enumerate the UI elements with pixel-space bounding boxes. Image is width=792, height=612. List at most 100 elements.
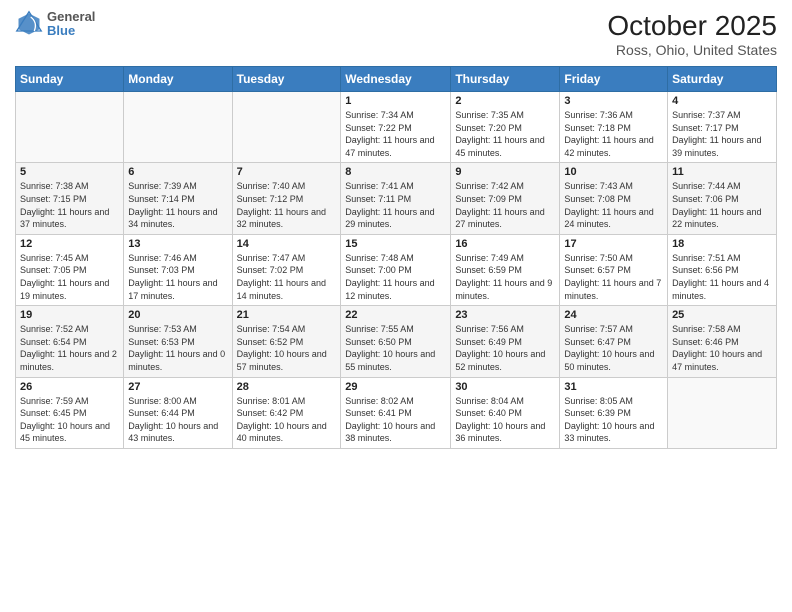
day-number: 6 [128, 166, 227, 178]
day-info: Sunrise: 8:01 AM Sunset: 6:42 PM Dayligh… [237, 395, 337, 445]
day-info: Sunrise: 7:57 AM Sunset: 6:47 PM Dayligh… [564, 323, 663, 373]
calendar-cell: 11 Sunrise: 7:44 AM Sunset: 7:06 PM Dayli… [668, 163, 777, 234]
day-number: 28 [237, 381, 337, 393]
day-info: Sunrise: 7:40 AM Sunset: 7:12 PM Dayligh… [237, 180, 337, 230]
calendar-cell [124, 92, 232, 163]
calendar-week-2: 12 Sunrise: 7:45 AM Sunset: 7:05 PM Dayli… [16, 234, 777, 305]
day-number: 18 [672, 238, 772, 250]
calendar-cell: 27 Sunrise: 8:00 AM Sunset: 6:44 PM Dayli… [124, 377, 232, 448]
day-number: 14 [237, 238, 337, 250]
calendar-cell: 6 Sunrise: 7:39 AM Sunset: 7:14 PM Daylig… [124, 163, 232, 234]
calendar-cell: 2 Sunrise: 7:35 AM Sunset: 7:20 PM Daylig… [451, 92, 560, 163]
day-info: Sunrise: 7:42 AM Sunset: 7:09 PM Dayligh… [455, 180, 555, 230]
day-info: Sunrise: 7:59 AM Sunset: 6:45 PM Dayligh… [20, 395, 119, 445]
calendar-title: October 2025 [607, 10, 777, 42]
calendar-cell: 21Sunrise: 7:54 AM Sunset: 6:52 PM Dayli… [232, 306, 341, 377]
day-header-wednesday: Wednesday [341, 67, 451, 92]
day-number: 23 [455, 309, 555, 321]
day-number: 20 [128, 309, 227, 321]
calendar-cell: 15 Sunrise: 7:48 AM Sunset: 7:00 PM Dayli… [341, 234, 451, 305]
calendar-cell: 31 Sunrise: 8:05 AM Sunset: 6:39 PM Dayli… [560, 377, 668, 448]
calendar-table: SundayMondayTuesdayWednesdayThursdayFrid… [15, 66, 777, 449]
calendar-cell: 28 Sunrise: 8:01 AM Sunset: 6:42 PM Dayli… [232, 377, 341, 448]
calendar-header-row: SundayMondayTuesdayWednesdayThursdayFrid… [16, 67, 777, 92]
day-number: 30 [455, 381, 555, 393]
day-info: Sunrise: 7:37 AM Sunset: 7:17 PM Dayligh… [672, 109, 772, 159]
day-info: Sunrise: 7:41 AM Sunset: 7:11 PM Dayligh… [345, 180, 446, 230]
calendar-cell: 29Sunrise: 8:02 AM Sunset: 6:41 PM Dayli… [341, 377, 451, 448]
logo-line2: Blue [47, 24, 95, 38]
day-number: 19 [20, 309, 119, 321]
day-info: Sunrise: 7:49 AM Sunset: 6:59 PM Dayligh… [455, 252, 555, 302]
day-number: 10 [564, 166, 663, 178]
day-info: Sunrise: 8:05 AM Sunset: 6:39 PM Dayligh… [564, 395, 663, 445]
day-number: 16 [455, 238, 555, 250]
calendar-cell: 23 Sunrise: 7:56 AM Sunset: 6:49 PM Dayli… [451, 306, 560, 377]
day-number: 31 [564, 381, 663, 393]
day-info: Sunrise: 7:50 AM Sunset: 6:57 PM Dayligh… [564, 252, 663, 302]
day-number: 15 [345, 238, 446, 250]
day-number: 22 [345, 309, 446, 321]
calendar-cell: 17Sunrise: 7:50 AM Sunset: 6:57 PM Dayli… [560, 234, 668, 305]
day-info: Sunrise: 7:44 AM Sunset: 7:06 PM Dayligh… [672, 180, 772, 230]
calendar-cell: 10 Sunrise: 7:43 AM Sunset: 7:08 PM Dayli… [560, 163, 668, 234]
day-number: 5 [20, 166, 119, 178]
day-info: Sunrise: 7:36 AM Sunset: 7:18 PM Dayligh… [564, 109, 663, 159]
day-info: Sunrise: 7:45 AM Sunset: 7:05 PM Dayligh… [20, 252, 119, 302]
logo-line1: General [47, 10, 95, 24]
day-info: Sunrise: 7:48 AM Sunset: 7:00 PM Dayligh… [345, 252, 446, 302]
day-number: 24 [564, 309, 663, 321]
calendar-cell: 24 Sunrise: 7:57 AM Sunset: 6:47 PM Dayli… [560, 306, 668, 377]
calendar-cell: 25 Sunrise: 7:58 AM Sunset: 6:46 PM Dayli… [668, 306, 777, 377]
calendar-cell: 13 Sunrise: 7:46 AM Sunset: 7:03 PM Dayli… [124, 234, 232, 305]
day-header-saturday: Saturday [668, 67, 777, 92]
calendar-cell: 14 Sunrise: 7:47 AM Sunset: 7:02 PM Dayli… [232, 234, 341, 305]
calendar-subtitle: Ross, Ohio, United States [607, 42, 777, 58]
calendar-cell: 4 Sunrise: 7:37 AM Sunset: 7:17 PM Daylig… [668, 92, 777, 163]
day-info: Sunrise: 7:47 AM Sunset: 7:02 PM Dayligh… [237, 252, 337, 302]
day-info: Sunrise: 7:39 AM Sunset: 7:14 PM Dayligh… [128, 180, 227, 230]
day-number: 7 [237, 166, 337, 178]
page: General Blue October 2025 Ross, Ohio, Un… [0, 0, 792, 612]
day-number: 13 [128, 238, 227, 250]
header: General Blue October 2025 Ross, Ohio, Un… [15, 10, 777, 58]
day-info: Sunrise: 7:34 AM Sunset: 7:22 PM Dayligh… [345, 109, 446, 159]
day-number: 26 [20, 381, 119, 393]
calendar-week-3: 19 Sunrise: 7:52 AM Sunset: 6:54 PM Dayli… [16, 306, 777, 377]
day-number: 21 [237, 309, 337, 321]
day-info: Sunrise: 7:43 AM Sunset: 7:08 PM Dayligh… [564, 180, 663, 230]
day-number: 29 [345, 381, 446, 393]
day-info: Sunrise: 7:53 AM Sunset: 6:53 PM Dayligh… [128, 323, 227, 373]
day-number: 25 [672, 309, 772, 321]
day-info: Sunrise: 7:56 AM Sunset: 6:49 PM Dayligh… [455, 323, 555, 373]
day-info: Sunrise: 7:55 AM Sunset: 6:50 PM Dayligh… [345, 323, 446, 373]
day-info: Sunrise: 7:38 AM Sunset: 7:15 PM Dayligh… [20, 180, 119, 230]
calendar-cell: 1Sunrise: 7:34 AM Sunset: 7:22 PM Daylig… [341, 92, 451, 163]
calendar-cell: 20 Sunrise: 7:53 AM Sunset: 6:53 PM Dayli… [124, 306, 232, 377]
calendar-cell: 3Sunrise: 7:36 AM Sunset: 7:18 PM Daylig… [560, 92, 668, 163]
day-number: 11 [672, 166, 772, 178]
day-info: Sunrise: 7:35 AM Sunset: 7:20 PM Dayligh… [455, 109, 555, 159]
day-number: 27 [128, 381, 227, 393]
calendar-cell: 12 Sunrise: 7:45 AM Sunset: 7:05 PM Dayli… [16, 234, 124, 305]
calendar-week-1: 5 Sunrise: 7:38 AM Sunset: 7:15 PM Daylig… [16, 163, 777, 234]
calendar-cell: 19 Sunrise: 7:52 AM Sunset: 6:54 PM Dayli… [16, 306, 124, 377]
day-info: Sunrise: 8:00 AM Sunset: 6:44 PM Dayligh… [128, 395, 227, 445]
day-info: Sunrise: 7:46 AM Sunset: 7:03 PM Dayligh… [128, 252, 227, 302]
day-info: Sunrise: 7:58 AM Sunset: 6:46 PM Dayligh… [672, 323, 772, 373]
calendar-cell: 7 Sunrise: 7:40 AM Sunset: 7:12 PM Daylig… [232, 163, 341, 234]
day-number: 9 [455, 166, 555, 178]
calendar-cell: 26 Sunrise: 7:59 AM Sunset: 6:45 PM Dayli… [16, 377, 124, 448]
calendar-cell: 18 Sunrise: 7:51 AM Sunset: 6:56 PM Dayli… [668, 234, 777, 305]
calendar-cell: 8Sunrise: 7:41 AM Sunset: 7:11 PM Daylig… [341, 163, 451, 234]
day-number: 4 [672, 95, 772, 107]
calendar-week-4: 26 Sunrise: 7:59 AM Sunset: 6:45 PM Dayli… [16, 377, 777, 448]
day-number: 2 [455, 95, 555, 107]
day-info: Sunrise: 7:52 AM Sunset: 6:54 PM Dayligh… [20, 323, 119, 373]
logo-text: General Blue [47, 10, 95, 39]
title-block: October 2025 Ross, Ohio, United States [607, 10, 777, 58]
day-info: Sunrise: 7:51 AM Sunset: 6:56 PM Dayligh… [672, 252, 772, 302]
logo-icon [15, 10, 43, 38]
day-header-monday: Monday [124, 67, 232, 92]
day-number: 12 [20, 238, 119, 250]
